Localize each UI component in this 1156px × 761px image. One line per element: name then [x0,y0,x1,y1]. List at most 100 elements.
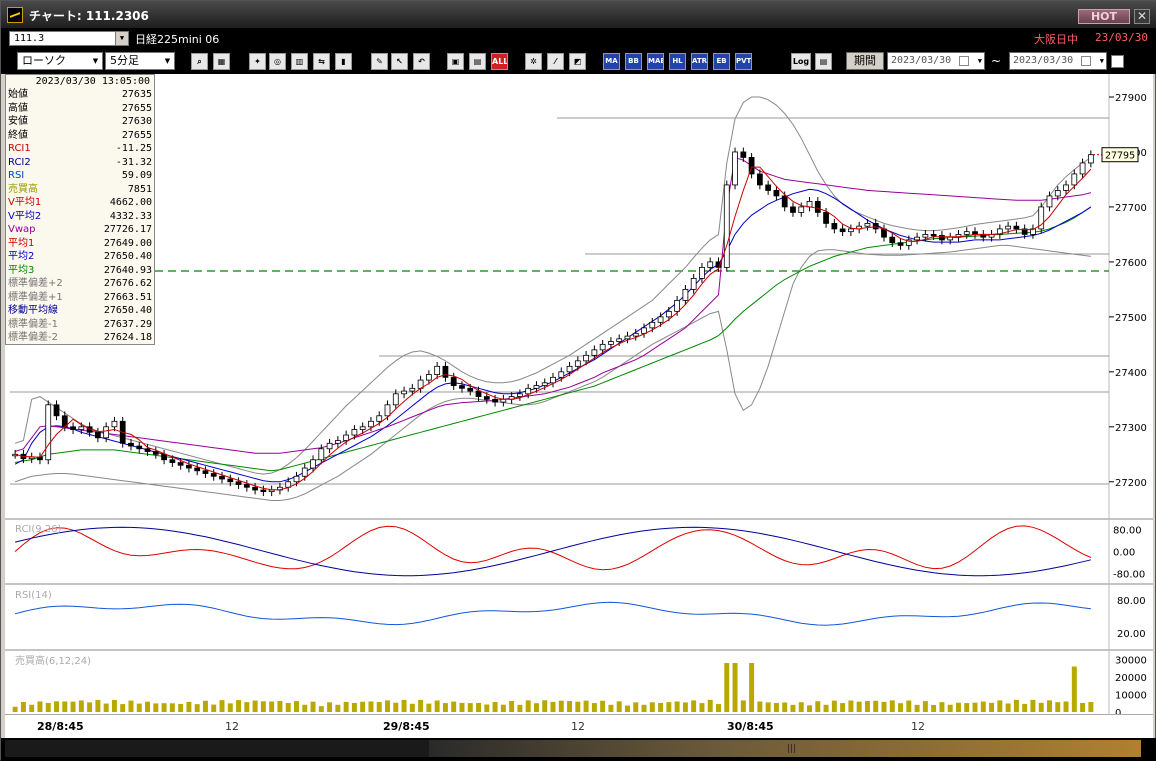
chart-area[interactable]: 2790027800277002760027500274002730027200… [5,74,1153,714]
price-tick-label: 27600 [1115,258,1147,269]
volume-bar [29,704,35,712]
brush-icon[interactable]: ⁄ [547,53,564,70]
price-tick-label: 27500 [1115,313,1147,324]
chart-canvas[interactable]: 2790027800277002760027500274002730027200… [5,74,1153,714]
indicator-value: 7851 [127,183,152,195]
marker-icon[interactable]: ✦ [249,53,266,70]
candle-body [1046,195,1053,208]
interval-value: 5分足 [110,54,139,67]
volume-bar [492,702,498,712]
indicator-label: RCI2 [8,156,31,168]
volume-bar [368,701,374,712]
volume-bar [20,701,26,712]
scrollbar-thumb[interactable] [429,740,1141,757]
volume-bar [476,702,482,712]
indicator-button-atr[interactable]: ATR [691,53,708,70]
hot-button[interactable]: HOT [1078,9,1130,24]
volume-bar [500,704,506,712]
chevron-down-icon[interactable]: ▼ [978,53,982,69]
indicator-row: 安値 27630 [8,115,154,129]
volume-bar [691,700,697,712]
title-bar[interactable]: チャート: 111.2306 HOT ✕ [1,1,1156,28]
indicator-row: 標準偏差+1 27663.51 [8,291,154,305]
indicator-button-hl[interactable]: HL [669,53,686,70]
calendar-icon[interactable] [959,56,969,66]
palette-icon[interactable]: ◩ [569,53,586,70]
undo-icon[interactable]: ↶ [413,53,430,70]
scrollbar-track[interactable] [5,740,429,757]
instrument-name: 日経225mini 06 [135,33,220,46]
app-icon [7,7,23,23]
indicator-button-ma[interactable]: MA [603,53,620,70]
indicator-value: 27726.17 [103,224,152,235]
date-range-checkbox[interactable] [1111,55,1124,68]
candle-body [210,473,217,477]
symbol-input[interactable]: 111.3 ▼ [9,31,129,46]
price-tick-label: 27700 [1115,203,1147,214]
volume-bar [674,701,680,712]
chart-type-select[interactable]: ローソク ▼ [17,52,103,70]
volume-bar [980,701,986,712]
interval-select[interactable]: 5分足 ▼ [105,52,175,70]
zoom-icon[interactable]: ⌕ [191,53,208,70]
mark2-icon[interactable]: ▤ [469,53,486,70]
candle-body [243,484,250,488]
volume-bar [798,702,804,712]
scrollbar-grip[interactable]: ||| [787,744,796,754]
candle-body [872,223,879,230]
volume-bar [889,700,895,712]
bookmark-icon[interactable]: ▮ [335,53,352,70]
mark-icon[interactable]: ▣ [447,53,464,70]
volume-bar [343,701,349,712]
volume-bar [740,700,746,712]
all-icon[interactable]: ALL [491,53,508,70]
volume-bar [1030,699,1036,712]
calendar-icon[interactable] [1081,56,1091,66]
indicator-button-eb[interactable]: EB [713,53,730,70]
volume-bar [87,702,93,712]
volume-bar [782,702,788,712]
settings-icon[interactable]: ✲ [525,53,542,70]
candle-body [1079,162,1086,175]
candle-body [1071,173,1078,186]
candle-body [765,184,772,191]
indicator-button-bb[interactable]: BB [625,53,642,70]
log-scale-button[interactable]: Log [791,53,811,70]
export-icon[interactable]: ▤ [815,53,832,70]
candle-body [310,459,316,469]
cursor-timestamp: 2023/03/30 13:05:00 [35,76,150,87]
volume-bar [583,700,589,712]
volume-bar [790,704,796,712]
close-icon[interactable]: ✕ [1134,9,1150,24]
candle-body [665,310,672,318]
date-to-input[interactable]: 2023/03/30 ▼ [1009,52,1107,70]
indicator-button-pvt[interactable]: PVT [735,53,752,70]
volume-panel-title: 売買高(6,12,24) [15,654,91,667]
volume-bar [898,703,904,712]
chevron-down-icon[interactable]: ▼ [115,32,128,45]
rci-tick-label: 0.00 [1113,548,1135,559]
candle-body [53,404,60,417]
volume-bar [211,704,217,712]
chevron-down-icon[interactable]: ▼ [1100,53,1104,69]
toolbar: ローソク ▼ 5分足 ▼ ⌕ ▦ ✦ ◎ ▥ ⇆ ▮ ✎ ↖ ↶ ▣ ▤ ALL ✲ ⁄ ◩ MA BB MAE HL… [1,48,1156,74]
find-icon[interactable]: ◎ [269,53,286,70]
pen-icon[interactable]: ✎ [371,53,388,70]
period-button[interactable]: 期間 [846,52,884,70]
indicator-button-mae[interactable]: MAE [647,53,664,70]
compare-icon[interactable]: ⇆ [313,53,330,70]
volume-bar [591,703,597,712]
chart-scrollbar[interactable]: ||| [1,738,1156,761]
indicator-value: 27655 [121,102,152,114]
layout-icon[interactable]: ▦ [213,53,230,70]
indicator-row: Vwap 27726.17 [8,223,154,237]
cursor-icon[interactable]: ↖ [391,53,408,70]
candle-body [235,481,242,485]
vwap-line [14,156,1092,454]
candle-body [657,316,664,323]
chart-icon[interactable]: ▥ [291,53,308,70]
volume-bar [169,703,175,712]
indicator-value: -11.25 [115,143,152,154]
date-from-input[interactable]: 2023/03/30 ▼ [887,52,985,70]
volume-bar [947,704,953,712]
